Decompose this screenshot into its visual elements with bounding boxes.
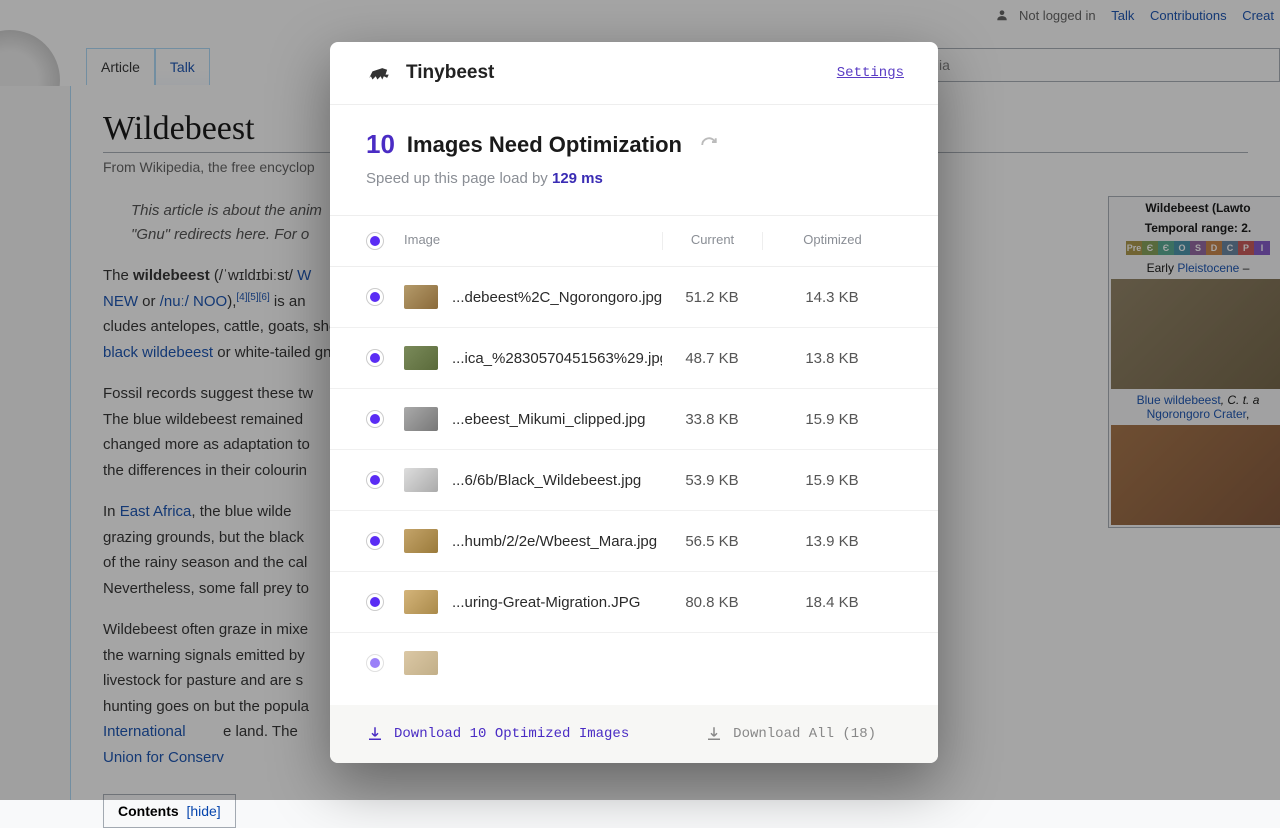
- refresh-icon[interactable]: [700, 136, 718, 154]
- image-row[interactable]: ...6/6b/Black_Wildebeest.jpg53.9 KB15.9 …: [330, 450, 938, 511]
- brand-name: Tinybeest: [406, 62, 494, 84]
- row-select-radio[interactable]: [366, 593, 384, 611]
- image-filename: ...uring-Great-Migration.JPG: [452, 594, 662, 611]
- image-thumbnail: [404, 285, 438, 309]
- image-row[interactable]: ...debeest%2C_Ngorongoro.jpg51.2 KB14.3 …: [330, 267, 938, 328]
- image-filename: ...ica_%2830570451563%29.jpg: [452, 350, 662, 367]
- wildebeest-logo-icon: [366, 62, 392, 84]
- current-size: 56.5 KB: [662, 533, 762, 550]
- table-header: Image Current Optimized: [330, 216, 938, 267]
- summary: 10 Images Need Optimization Speed up thi…: [330, 105, 938, 216]
- row-select-radio[interactable]: [366, 349, 384, 367]
- tinybeest-modal: Tinybeest Settings 10 Images Need Optimi…: [330, 42, 938, 763]
- row-select-radio[interactable]: [366, 471, 384, 489]
- image-filename: ...ebeest_Mikumi_clipped.jpg: [452, 411, 662, 428]
- image-filename: ...debeest%2C_Ngorongoro.jpg: [452, 289, 662, 306]
- row-select-radio[interactable]: [366, 288, 384, 306]
- current-size: 33.8 KB: [662, 411, 762, 428]
- current-size: 80.8 KB: [662, 594, 762, 611]
- image-thumbnail: [404, 407, 438, 431]
- image-list: ...debeest%2C_Ngorongoro.jpg51.2 KB14.3 …: [330, 267, 938, 705]
- column-current: Current: [662, 232, 762, 250]
- download-all-button[interactable]: Download All (18): [705, 725, 876, 743]
- image-thumbnail: [404, 590, 438, 614]
- column-optimized: Optimized: [762, 232, 902, 250]
- optimized-size: 14.3 KB: [762, 289, 902, 306]
- image-row[interactable]: [330, 633, 938, 679]
- modal-footer: Download 10 Optimized Images Download Al…: [330, 705, 938, 763]
- image-row[interactable]: ...uring-Great-Migration.JPG80.8 KB18.4 …: [330, 572, 938, 633]
- download-optimized-button[interactable]: Download 10 Optimized Images: [366, 725, 629, 743]
- brand: Tinybeest: [366, 62, 494, 84]
- image-filename: ...6/6b/Black_Wildebeest.jpg: [452, 472, 662, 489]
- optimized-size: 13.9 KB: [762, 533, 902, 550]
- image-thumbnail: [404, 346, 438, 370]
- optimization-count: 10: [366, 129, 395, 160]
- image-thumbnail: [404, 468, 438, 492]
- column-image: Image: [404, 232, 662, 250]
- image-row[interactable]: ...ebeest_Mikumi_clipped.jpg33.8 KB15.9 …: [330, 389, 938, 450]
- image-thumbnail: [404, 651, 438, 675]
- optimized-size: 13.8 KB: [762, 350, 902, 367]
- row-select-radio[interactable]: [366, 654, 384, 672]
- image-filename: ...humb/2/2e/Wbeest_Mara.jpg: [452, 533, 662, 550]
- current-size: 53.9 KB: [662, 472, 762, 489]
- image-thumbnail: [404, 529, 438, 553]
- optimized-size: 15.9 KB: [762, 472, 902, 489]
- current-size: 51.2 KB: [662, 289, 762, 306]
- summary-title: Images Need Optimization: [407, 132, 682, 158]
- optimized-size: 18.4 KB: [762, 594, 902, 611]
- modal-header: Tinybeest Settings: [330, 42, 938, 105]
- speed-hint: Speed up this page load by 129 ms: [366, 170, 902, 187]
- row-select-radio[interactable]: [366, 410, 384, 428]
- image-row[interactable]: ...humb/2/2e/Wbeest_Mara.jpg56.5 KB13.9 …: [330, 511, 938, 572]
- download-icon: [705, 725, 723, 743]
- settings-link[interactable]: Settings: [837, 65, 904, 81]
- row-select-radio[interactable]: [366, 532, 384, 550]
- download-icon: [366, 725, 384, 743]
- select-all-radio[interactable]: [366, 232, 384, 250]
- current-size: 48.7 KB: [662, 350, 762, 367]
- optimized-size: 15.9 KB: [762, 411, 902, 428]
- image-row[interactable]: ...ica_%2830570451563%29.jpg48.7 KB13.8 …: [330, 328, 938, 389]
